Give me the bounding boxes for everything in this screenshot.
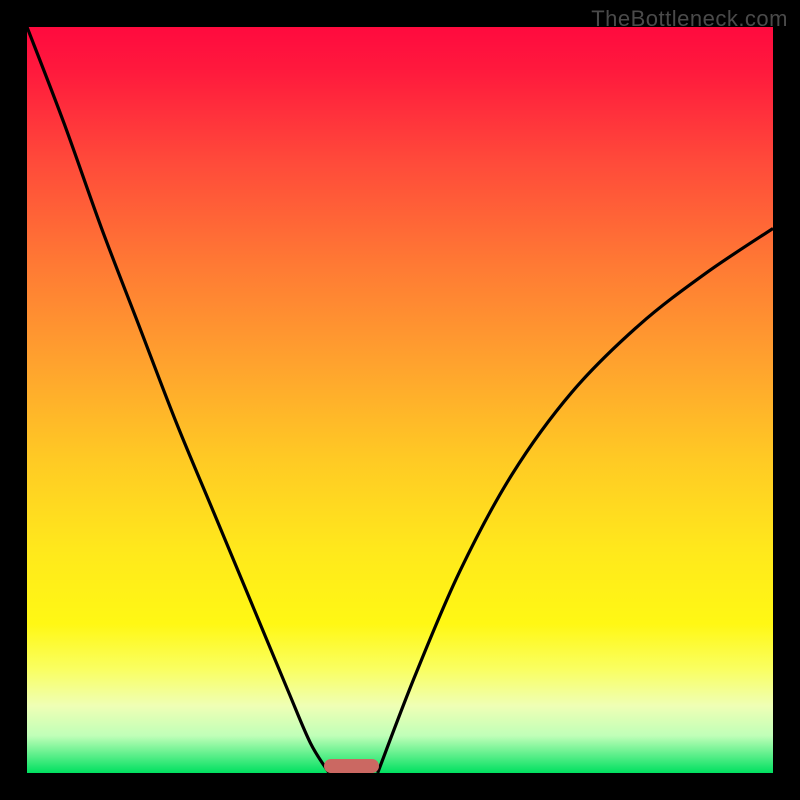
right-curve xyxy=(378,228,773,773)
curve-layer xyxy=(27,27,773,773)
watermark-label: TheBottleneck.com xyxy=(591,6,788,32)
plot-area xyxy=(27,27,773,773)
left-curve xyxy=(27,27,329,773)
chart-frame: TheBottleneck.com xyxy=(0,0,800,800)
minimum-marker xyxy=(324,759,380,773)
